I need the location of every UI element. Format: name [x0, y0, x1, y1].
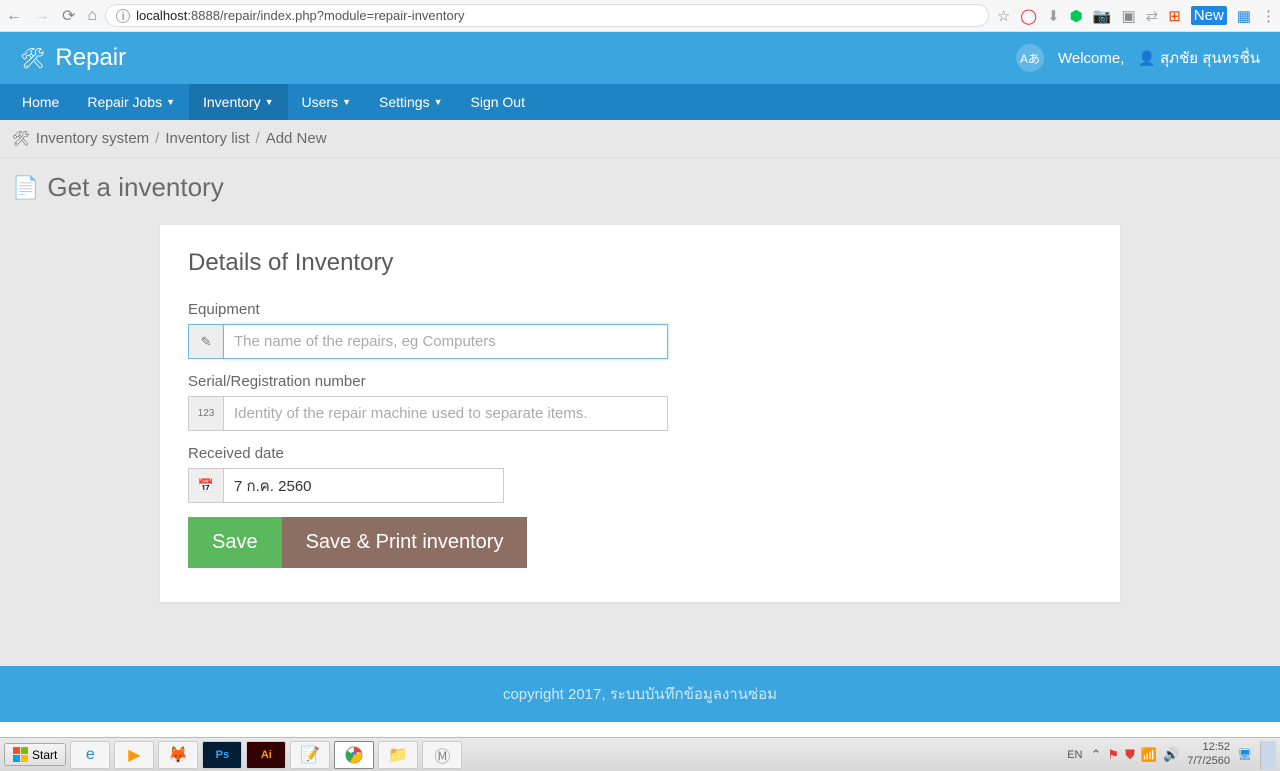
- page-title-text: Get a inventory: [47, 172, 223, 203]
- reload-button[interactable]: ⟳: [62, 6, 75, 26]
- cube-extension-icon[interactable]: ⬢: [1070, 7, 1083, 25]
- windows-logo-icon: [13, 747, 28, 762]
- breadcrumb-sep: /: [256, 130, 260, 147]
- taskbar-ie-icon[interactable]: e: [70, 741, 110, 769]
- office-extension-icon[interactable]: ⊞: [1168, 7, 1181, 25]
- save-button[interactable]: Save: [188, 517, 282, 568]
- breadcrumb-sep: /: [155, 130, 159, 147]
- tray-shield-icon[interactable]: ⛊: [1125, 747, 1135, 763]
- chevron-down-icon: ▼: [265, 97, 274, 107]
- footer: copyright 2017, ระบบบันทึกข้อมูลงานซ่อม: [0, 666, 1280, 722]
- tools-icon: 🛠: [12, 130, 30, 147]
- nav-repair-jobs[interactable]: Repair Jobs▼: [73, 84, 189, 120]
- address-bar[interactable]: i localhost:8888/repair/index.php?module…: [105, 4, 989, 27]
- opera-extension-icon[interactable]: ◯: [1020, 7, 1037, 25]
- page-title: 📄 Get a inventory: [0, 158, 1280, 225]
- date-input[interactable]: [224, 468, 504, 503]
- chrome-menu-icon[interactable]: ⋮: [1261, 7, 1274, 25]
- nav-settings[interactable]: Settings▼: [365, 84, 457, 120]
- tray-monitor-icon[interactable]: 🖥: [1238, 748, 1252, 761]
- taskbar-mediaplayer-icon[interactable]: ▶: [114, 741, 154, 769]
- language-indicator[interactable]: EN: [1067, 749, 1082, 761]
- pencil-icon: ✎: [188, 324, 224, 359]
- browser-toolbar: ← → ⟳ ⌂ i localhost:8888/repair/index.ph…: [0, 0, 1280, 32]
- taskbar-mamp-icon[interactable]: Ⓜ: [422, 741, 462, 769]
- bookmark-icon[interactable]: ☆: [997, 7, 1010, 25]
- breadcrumb-item[interactable]: Inventory list: [165, 130, 249, 147]
- taskbar-explorer-icon[interactable]: 📁: [378, 741, 418, 769]
- main-nav: Home Repair Jobs▼ Inventory▼ Users▼ Sett…: [0, 84, 1280, 120]
- new-badge-icon[interactable]: New: [1191, 7, 1227, 24]
- serial-input[interactable]: [224, 396, 668, 431]
- document-icon: 📄: [12, 175, 39, 201]
- user-icon: 👤: [1138, 50, 1155, 66]
- card-heading: Details of Inventory: [188, 249, 1092, 277]
- breadcrumb: 🛠 Inventory system / Inventory list / Ad…: [0, 120, 1280, 158]
- taskbar-photoshop-icon[interactable]: Ps: [202, 741, 242, 769]
- date-label: Received date: [188, 445, 1092, 462]
- chevron-down-icon: ▼: [166, 97, 175, 107]
- download-icon[interactable]: ⬇: [1047, 7, 1060, 25]
- breadcrumb-item[interactable]: Inventory system: [36, 130, 149, 147]
- nav-inventory[interactable]: Inventory▼: [189, 84, 288, 120]
- translate-extension-icon[interactable]: ⇄: [1146, 7, 1159, 25]
- tools-icon: 🛠: [20, 46, 45, 71]
- chrome-logo-icon: [345, 746, 363, 764]
- taskbar-illustrator-icon[interactable]: Ai: [246, 741, 286, 769]
- start-label: Start: [32, 748, 57, 762]
- clock-time: 12:52: [1187, 741, 1230, 754]
- brand-text: Repair: [55, 44, 126, 72]
- brand[interactable]: 🛠 Repair: [20, 44, 126, 72]
- taskbar-notepadplus-icon[interactable]: 📝: [290, 741, 330, 769]
- form-card: Details of Inventory Equipment ✎ Serial/…: [160, 225, 1120, 602]
- back-button[interactable]: ←: [6, 7, 22, 25]
- url-host: localhost: [136, 8, 187, 23]
- show-desktop-button[interactable]: [1260, 741, 1276, 769]
- chevron-down-icon: ▼: [342, 97, 351, 107]
- equipment-label: Equipment: [188, 301, 1092, 318]
- start-button[interactable]: Start: [4, 743, 66, 766]
- welcome-text: Welcome,: [1058, 50, 1124, 67]
- calendar-icon: 📅: [188, 468, 224, 503]
- app-container: 🛠 Repair Aあ Welcome, 👤 สุภชัย สุนทรชื่น …: [0, 32, 1280, 722]
- chevron-down-icon: ▼: [434, 97, 443, 107]
- taskbar-chrome-icon[interactable]: [334, 741, 374, 769]
- nav-users[interactable]: Users▼: [288, 84, 365, 120]
- tray-chevron-icon[interactable]: ⌃: [1091, 747, 1102, 763]
- camera-icon[interactable]: 📷: [1093, 7, 1112, 25]
- language-switcher[interactable]: Aあ: [1016, 44, 1044, 72]
- serial-label: Serial/Registration number: [188, 373, 1092, 390]
- nav-home[interactable]: Home: [8, 84, 73, 120]
- nav-signout[interactable]: Sign Out: [457, 84, 539, 120]
- clock-date: 7/7/2560: [1187, 755, 1230, 768]
- system-tray[interactable]: ⌃ ⚑ ⛊ 📶 🔊: [1091, 747, 1180, 763]
- tray-volume-icon[interactable]: 🔊: [1163, 747, 1179, 763]
- blue-extension-icon[interactable]: ▦: [1237, 7, 1251, 25]
- breadcrumb-item[interactable]: Add New: [266, 130, 327, 147]
- clock[interactable]: 12:52 7/7/2560: [1187, 741, 1230, 767]
- url-port: :8888: [187, 8, 220, 23]
- site-info-icon[interactable]: i: [116, 9, 130, 23]
- taskbar-firefox-icon[interactable]: 🦊: [158, 741, 198, 769]
- windows-taskbar: Start e ▶ 🦊 Ps Ai 📝 📁 Ⓜ EN ⌃ ⚑ ⛊ 📶 🔊 12:…: [0, 737, 1280, 771]
- tray-network-icon[interactable]: 📶: [1141, 747, 1157, 763]
- app-header: 🛠 Repair Aあ Welcome, 👤 สุภชัย สุนทรชื่น: [0, 32, 1280, 84]
- grid-extension-icon[interactable]: ▣: [1121, 7, 1135, 25]
- equipment-input[interactable]: [224, 324, 668, 359]
- username: สุภชัย สุนทรชื่น: [1160, 50, 1260, 67]
- tray-flag-icon[interactable]: ⚑: [1107, 747, 1119, 763]
- home-button[interactable]: ⌂: [87, 7, 97, 25]
- number-icon: 123: [188, 396, 224, 431]
- url-path: /repair/index.php?module=repair-inventor…: [220, 8, 465, 23]
- save-print-button[interactable]: Save & Print inventory: [282, 517, 528, 568]
- user-link[interactable]: 👤 สุภชัย สุนทรชื่น: [1138, 46, 1260, 70]
- forward-button[interactable]: →: [34, 7, 50, 25]
